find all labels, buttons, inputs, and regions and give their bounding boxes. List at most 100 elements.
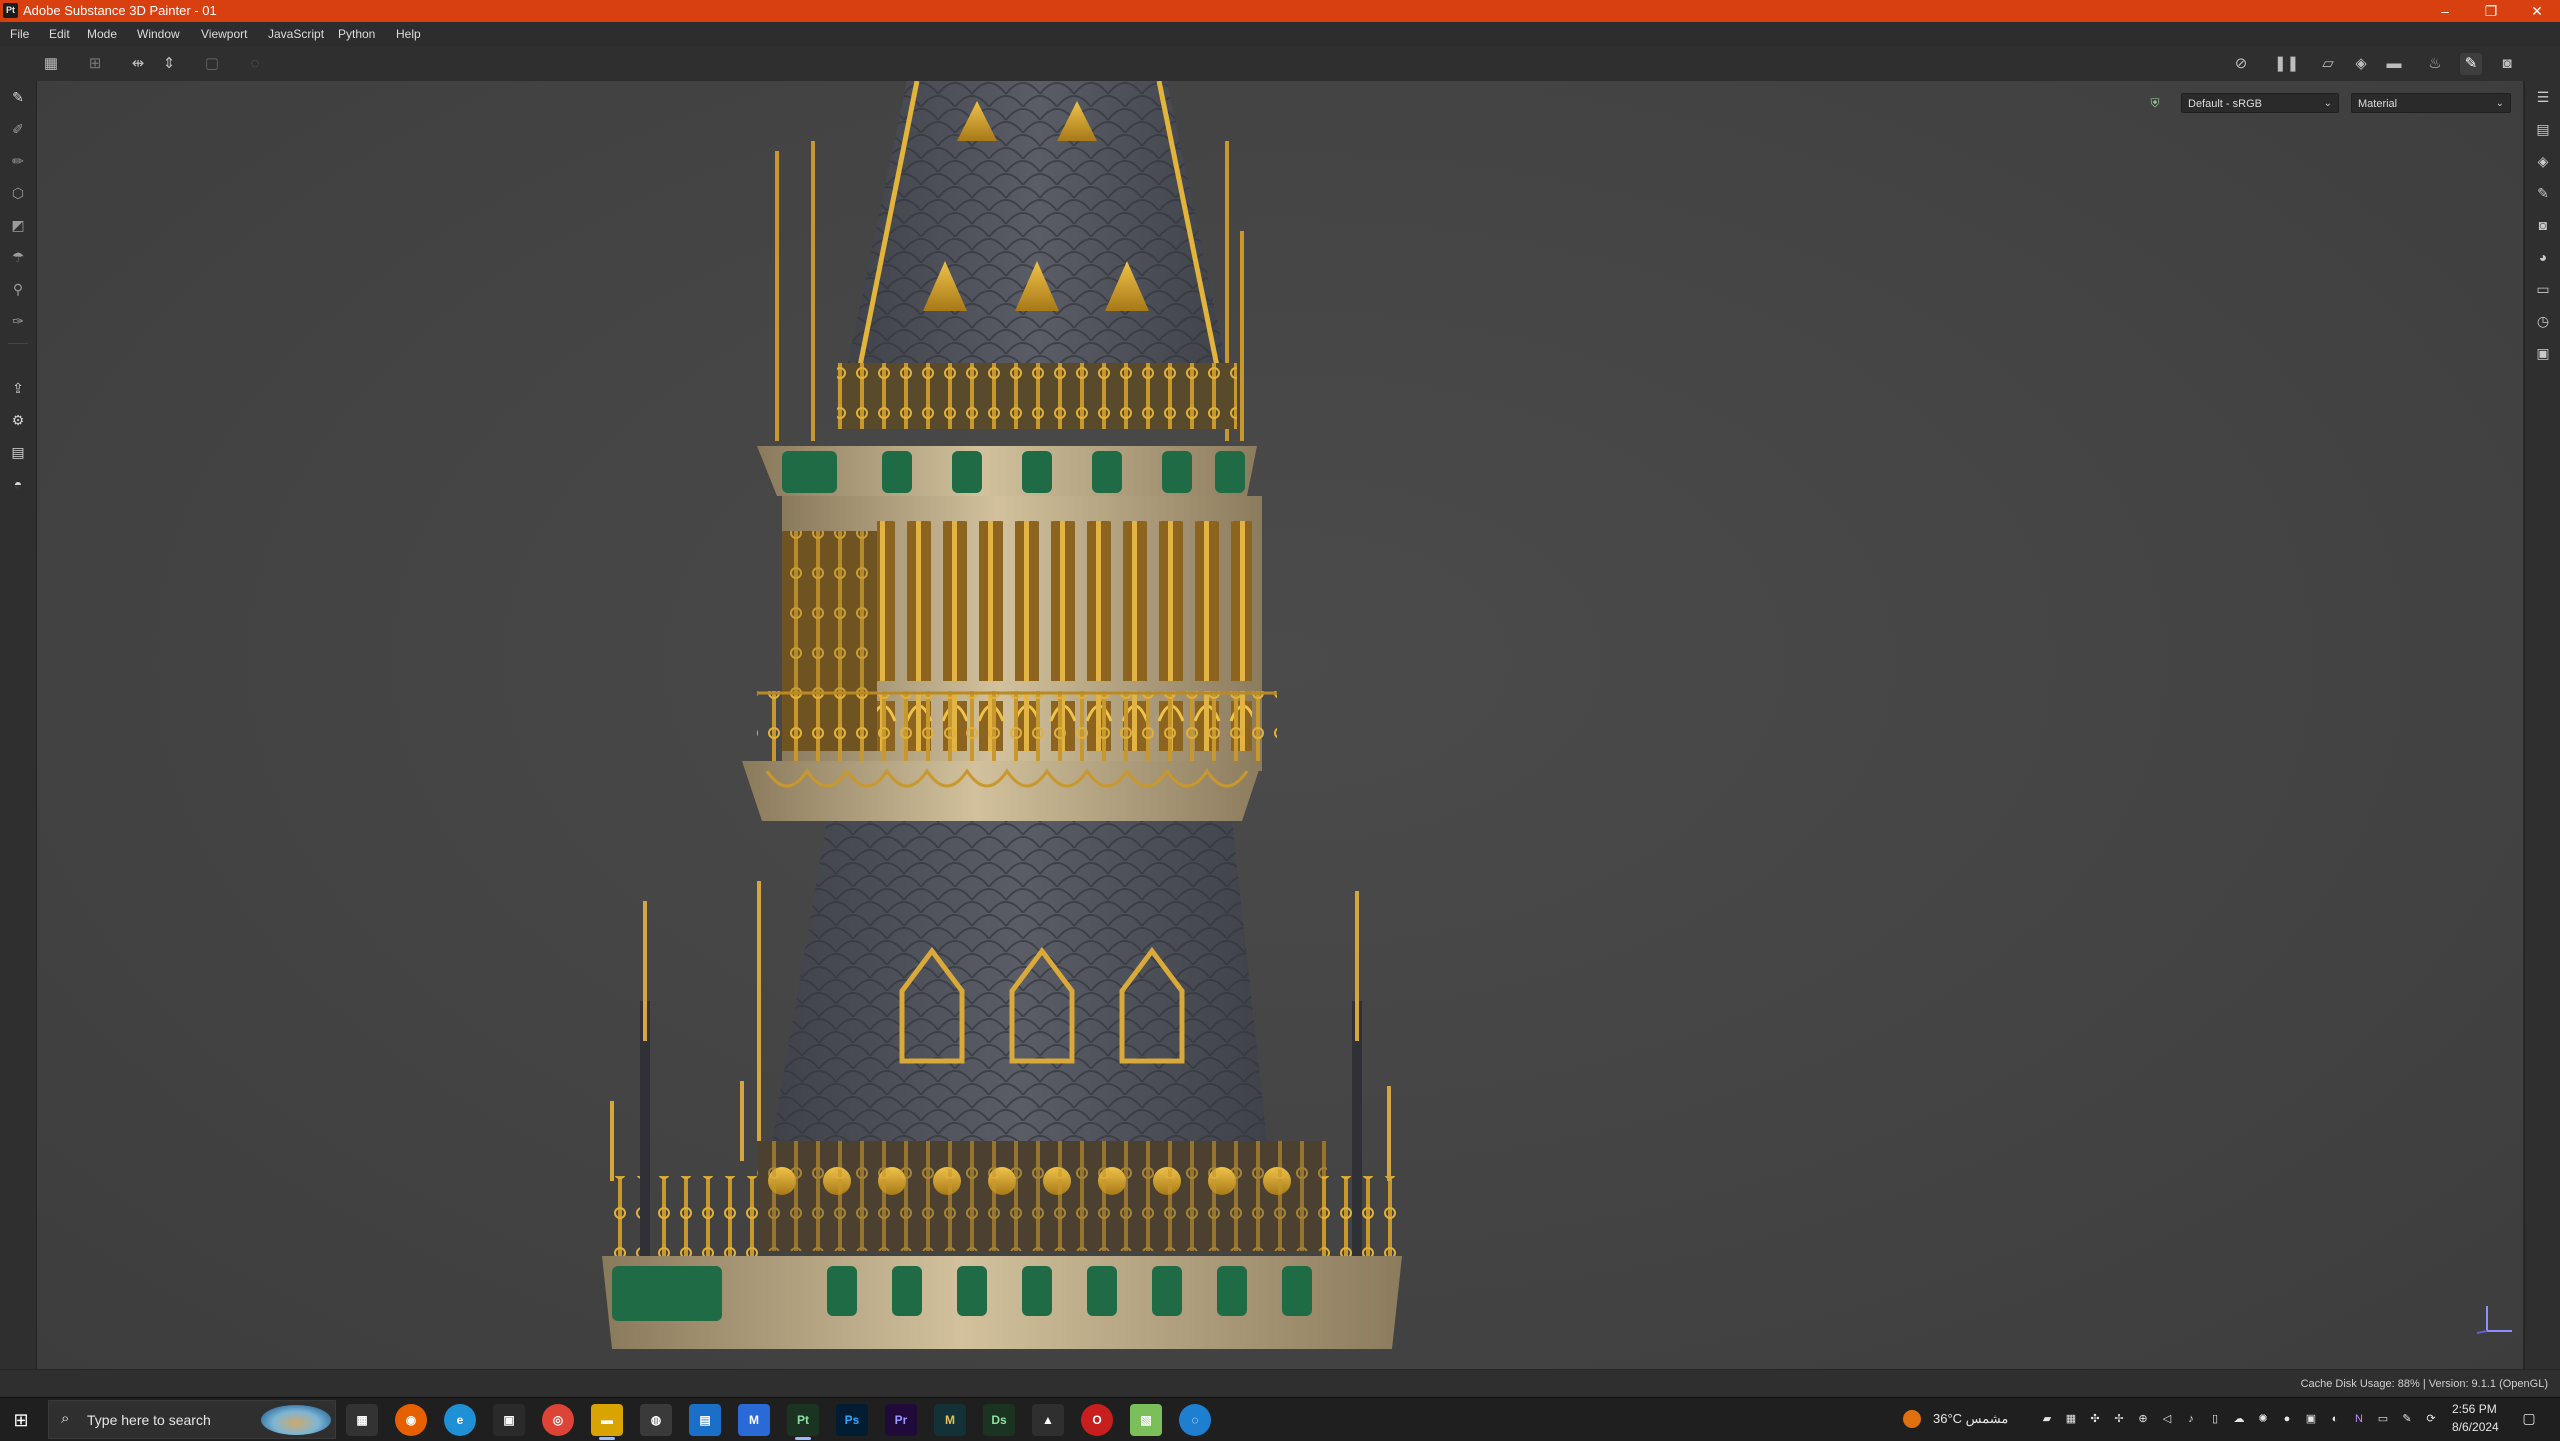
layer-stack-icon[interactable]: ◈ [2532,150,2554,172]
log-icon[interactable]: ▣ [2532,342,2554,364]
menu-mode[interactable]: Mode [87,27,117,41]
sound-icon[interactable]: ♪ [2184,1412,2198,1426]
taskbar-app-file-explorer[interactable]: ▬ [591,1404,623,1440]
window-title: Adobe Substance 3D Painter - 01 [23,3,217,18]
display-mode-dropdown[interactable]: Material ⌄ [2351,93,2511,113]
color-profile-icon[interactable]: ⛨ [2145,93,2165,113]
main-toolbar: ▦ ⊞ ⇹ ⇕ ▢ ◌ ⊘ ❚❚ ▱ ◈ ▬ ♨ ✎ ◙ [0,47,2560,82]
menu-file[interactable]: File [10,27,29,41]
menu-window[interactable]: Window [137,27,180,41]
paint-brush-icon[interactable]: ✎ [2460,53,2482,75]
export-icon[interactable]: ⇪ [7,377,29,399]
paint-brush-icon[interactable]: ✎ [7,86,29,108]
smudge-icon[interactable]: ☂ [7,246,29,268]
color-space-value: Default - sRGB [2188,98,2262,110]
uv-view-icon[interactable]: ▱ [2317,53,2339,75]
clock-time[interactable]: 2:56 PM [2452,1402,2497,1416]
history-icon[interactable]: ◷ [2532,310,2554,332]
taskbar-app-edge[interactable]: e [444,1404,476,1436]
taskbar-app-camera[interactable]: ◍ [640,1404,672,1436]
camera-icon[interactable]: ▬ [2383,53,2405,75]
network-icon[interactable]: ⊕ [2136,1412,2150,1426]
taskbar-app-settings[interactable]: ◌ [1179,1404,1211,1436]
color-picker-icon[interactable]: ✑ [7,310,29,332]
windows-start-icon[interactable]: ⊞ [10,1409,32,1431]
history-circle-icon[interactable]: ◌ [244,53,266,75]
assets-icon[interactable]: ▭ [2532,278,2554,300]
tray-app-icon[interactable]: ▦ [2064,1412,2078,1426]
3d-viewport[interactable]: ⛨ Default - sRGB ⌄ Material ⌄ [37,81,2523,1369]
material-icon[interactable]: ◓ [7,473,29,495]
brush-shape-icon[interactable]: ♨ [2424,53,2446,75]
tray-app2-icon[interactable]: ✣ [2088,1412,2102,1426]
color-space-dropdown[interactable]: Default - sRGB ⌄ [2181,93,2339,113]
close-button[interactable]: ✕ [2514,0,2560,22]
bake-icon[interactable]: ⚙ [7,409,29,431]
grid-icon[interactable]: ▦ [40,53,62,75]
taskbar-app-premiere[interactable]: Pr [885,1404,917,1436]
status-bar: Cache Disk Usage: 88% | Version: 9.1.1 (… [0,1369,2560,1398]
screenshot-icon[interactable]: ◙ [2496,53,2518,75]
taskbar-app-substance-painter[interactable]: Pt [787,1404,819,1440]
tray-cloud-icon[interactable]: ☁ [2232,1412,2246,1426]
taskbar-app-clapper[interactable]: ▦ [346,1404,378,1436]
nvidia-tray-icon[interactable]: ▰ [2040,1412,2054,1426]
tray-app3-icon[interactable]: ✢ [2112,1412,2126,1426]
menu-edit[interactable]: Edit [49,27,70,41]
taskbar-app-store[interactable]: ▣ [493,1404,525,1436]
hide-icon[interactable]: ⊘ [2230,53,2252,75]
layers-panel-icon[interactable]: ☰ [2532,86,2554,108]
chevron-down-icon: ⌄ [2495,98,2504,109]
shader-icon[interactable]: ◕ [2532,246,2554,268]
tray-sync-icon[interactable]: ⟳ [2424,1412,2438,1426]
notifications-icon[interactable]: ▢ [2522,1411,2536,1425]
cube-icon[interactable]: ◈ [2350,53,2372,75]
display-settings-icon[interactable]: ◙ [2532,214,2554,236]
geometry-mask-icon[interactable]: ⬡ [7,182,29,204]
menu-python[interactable]: Python [338,27,375,41]
taskbar-search-box[interactable]: ⌕ Type here to search [48,1400,336,1439]
grid-dots-icon[interactable]: ⊞ [84,53,106,75]
frame-icon[interactable]: ▢ [201,53,223,75]
document-icon[interactable]: ▤ [7,441,29,463]
taskbar-app-substance-designer[interactable]: Ds [983,1404,1015,1436]
restore-button[interactable]: ❐ [2468,0,2514,22]
eraser-icon[interactable]: ✐ [7,118,29,140]
taskbar-app-m[interactable]: M [738,1404,770,1436]
properties-icon[interactable]: ✎ [2532,182,2554,204]
pause-icon[interactable]: ❚❚ [2274,53,2299,75]
tower-model [602,81,2512,1349]
taskbar-app-firefox[interactable]: ◉ [395,1404,427,1436]
taskbar-app-image[interactable]: ▧ [1130,1404,1162,1436]
taskbar-app-maya[interactable]: M [934,1404,966,1436]
tray-color-icon[interactable]: ● [2280,1412,2294,1426]
tray-onenote-icon[interactable]: N [2352,1412,2366,1426]
tray-pen-icon[interactable]: ✎ [2400,1412,2414,1426]
symmetry-x-icon[interactable]: ⇹ [127,53,149,75]
menu-help[interactable]: Help [396,27,421,41]
texture-set-icon[interactable]: ▤ [2532,118,2554,140]
polygon-fill-icon[interactable]: ◩ [7,214,29,236]
weather-text[interactable]: 36°C مشمس [1933,1411,2008,1427]
battery-icon[interactable]: ▯ [2208,1412,2222,1426]
clock-date[interactable]: 8/6/2024 [2452,1420,2499,1434]
taskbar-app-blue[interactable]: ▤ [689,1404,721,1436]
taskbar-app-opera[interactable]: O [1081,1404,1113,1436]
taskbar-app-photoshop[interactable]: Ps [836,1404,868,1436]
weather-icon[interactable] [1903,1410,1921,1428]
right-panel-bar: ☰ ▤ ◈ ✎ ◙ ◕ ▭ ◷ ▣ [2524,81,2560,1369]
clone-stamp-icon[interactable]: ⚲ [7,278,29,300]
symmetry-y-icon[interactable]: ⇕ [158,53,180,75]
tray-app5-icon[interactable]: ▭ [2376,1412,2390,1426]
tray-app4-icon[interactable]: ◐ [2328,1412,2342,1426]
menu-viewport[interactable]: Viewport [201,27,247,41]
volume-icon[interactable]: ◁ [2160,1412,2174,1426]
taskbar-app-chrome[interactable]: ◎ [542,1404,574,1436]
tray-gear-icon[interactable]: ✺ [2256,1412,2270,1426]
projection-icon[interactable]: ✏ [7,150,29,172]
minimize-button[interactable]: – [2422,0,2468,22]
chevron-down-icon: ⌄ [2323,98,2332,109]
taskbar-app-photos[interactable]: ▲ [1032,1404,1064,1436]
tray-shield-icon[interactable]: ▣ [2304,1412,2318,1426]
menu-javascript[interactable]: JavaScript [268,27,324,41]
